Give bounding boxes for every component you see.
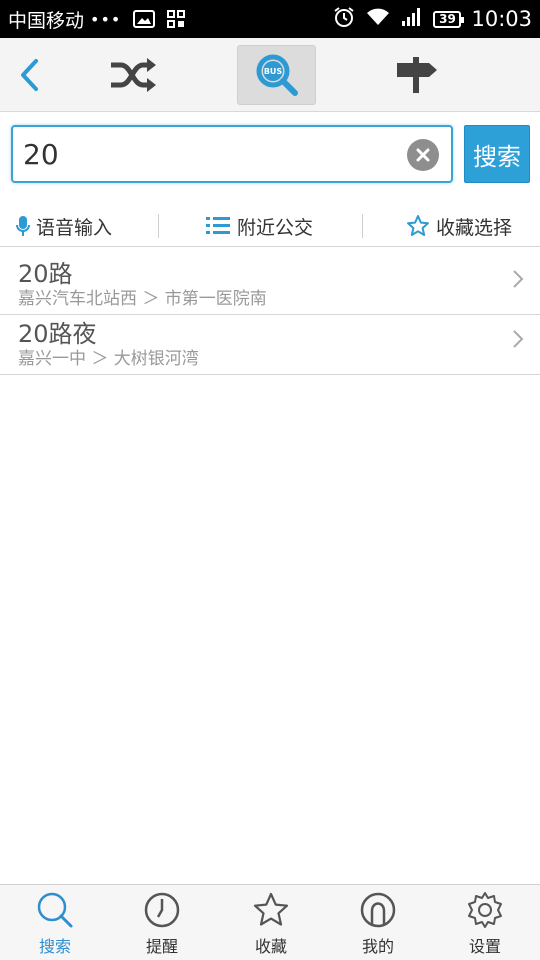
search-input[interactable] [23, 135, 393, 173]
tab-search-label: 搜索 [38, 937, 71, 956]
options-bar: 语音输入 附近公交 收藏选择 [0, 205, 540, 247]
divider [362, 214, 363, 238]
back-arrow-icon [21, 59, 38, 91]
route-stops: 嘉兴汽车北站西 ＞ 市第一医院南 [18, 289, 267, 309]
grid-icon [167, 10, 186, 28]
bottom-tab-bar: 搜索 提醒 收藏 我的 设置 [0, 884, 540, 960]
tab-reminder[interactable]: 提醒 [122, 891, 202, 959]
tab-settings-label: 设置 [468, 937, 501, 956]
favorite-select-button[interactable]: 收藏选择 [406, 211, 512, 241]
gallery-icon [133, 10, 156, 28]
wifi-icon [365, 7, 391, 32]
status-bar: 中国移动 ••• 39 10:03 [0, 0, 540, 38]
tab-favorites[interactable]: 收藏 [231, 891, 311, 959]
favorite-select-label: 收藏选择 [436, 216, 513, 239]
search-icon [37, 892, 73, 928]
chevron-right-icon [513, 270, 524, 288]
route-stops: 嘉兴一中 ＞ 大树银河湾 [18, 349, 199, 369]
bus-badge: BUS [263, 67, 282, 76]
back-button[interactable] [6, 45, 52, 105]
list-item[interactable]: 20路夜 嘉兴一中 ＞ 大树银河湾 [0, 307, 540, 375]
bus-search-icon: BUS [256, 54, 298, 96]
carrier-name: 中国移动 [8, 9, 85, 32]
tab-mine-label: 我的 [361, 937, 394, 956]
user-icon [360, 892, 396, 928]
clear-button[interactable] [407, 139, 439, 171]
star-outline-icon [407, 215, 429, 236]
signpost-icon [397, 57, 437, 93]
tab-favorites-label: 收藏 [254, 937, 287, 956]
tab-reminder-label: 提醒 [145, 937, 178, 956]
signal-icon [401, 7, 423, 32]
gear-icon [468, 892, 502, 928]
search-box [11, 125, 453, 183]
divider [158, 214, 159, 238]
alarm-icon [333, 6, 355, 33]
signal-dots: ••• [90, 9, 122, 29]
close-icon [416, 148, 430, 162]
star-icon [253, 892, 289, 926]
microphone-icon [16, 216, 30, 236]
shuffle-icon [111, 58, 156, 92]
top-navigation: BUS [0, 38, 540, 112]
tab-settings[interactable]: 设置 [445, 891, 525, 959]
shuffle-button[interactable] [96, 45, 170, 105]
nearby-bus-label: 附近公交 [237, 216, 314, 239]
tab-search[interactable]: 搜索 [15, 891, 95, 959]
chevron-right-icon [513, 330, 524, 348]
list-item[interactable]: 20路 嘉兴汽车北站西 ＞ 市第一医院南 [0, 247, 540, 315]
voice-input-button[interactable]: 语音输入 [16, 211, 112, 241]
battery-icon: 39 [433, 10, 465, 28]
signpost-button[interactable] [380, 45, 454, 105]
nearby-bus-button[interactable]: 附近公交 [205, 211, 313, 241]
list-icon [206, 217, 230, 234]
clock-icon [144, 892, 180, 928]
voice-input-label: 语音输入 [36, 216, 113, 239]
bus-search-button[interactable]: BUS [237, 45, 316, 105]
tab-mine[interactable]: 我的 [338, 891, 418, 959]
clock: 10:03 [471, 7, 532, 31]
search-button[interactable]: 搜索 [464, 125, 530, 183]
